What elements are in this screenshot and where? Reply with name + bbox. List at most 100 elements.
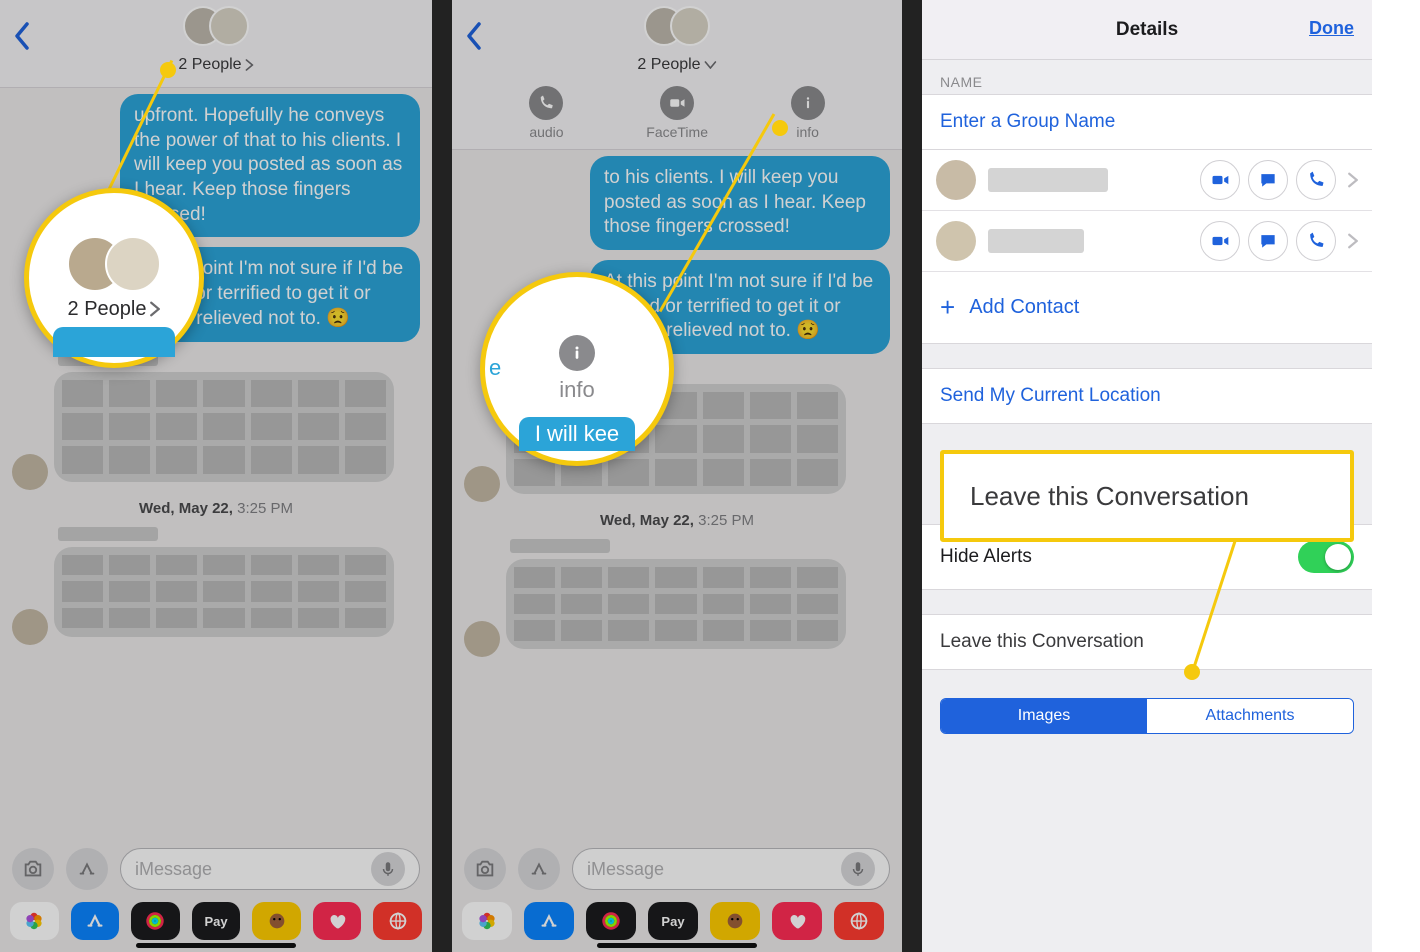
camera-button[interactable] [12, 848, 54, 890]
contact-row[interactable] [922, 150, 1372, 211]
digital-touch-app-icon[interactable] [772, 902, 822, 940]
screenshot-step-2: 2 People audio FaceTime info to his c [452, 0, 902, 952]
contact-name-redacted [988, 168, 1108, 192]
people-count-button[interactable]: 2 People [637, 56, 716, 74]
attachments-tab[interactable]: Attachments [1147, 699, 1353, 733]
group-name-field[interactable]: Enter a Group Name [922, 94, 1372, 150]
panel-divider [902, 0, 922, 952]
facetime-label: FaceTime [646, 124, 708, 140]
more-app-icon[interactable] [373, 902, 422, 940]
details-title: Details [1116, 19, 1178, 41]
message-input[interactable]: iMessage [572, 848, 890, 890]
sender-avatar [12, 454, 48, 490]
sender-avatar [464, 466, 500, 502]
video-icon [660, 86, 694, 120]
photos-app-icon[interactable] [10, 902, 59, 940]
contact-actions [1200, 221, 1358, 261]
camera-button[interactable] [464, 848, 506, 890]
phone-icon [529, 86, 563, 120]
images-tab[interactable]: Images [941, 699, 1147, 733]
app-store-button[interactable] [66, 848, 108, 890]
callout-dot [772, 120, 788, 136]
media-segmented-control[interactable]: Images Attachments [940, 698, 1354, 734]
timestamp: Wed, May 22, 3:25 PM [464, 512, 890, 529]
memoji-app-icon[interactable] [710, 902, 760, 940]
callout-leave-label: Leave this Conversation [970, 481, 1249, 512]
info-button[interactable]: info [791, 86, 825, 140]
facetime-button[interactable]: FaceTime [646, 86, 708, 140]
sender-avatar [12, 609, 48, 645]
callout-bubble-snippet: I will kee [519, 417, 635, 451]
group-avatars[interactable] [644, 6, 710, 46]
send-location-button[interactable]: Send My Current Location [922, 368, 1372, 424]
back-button[interactable] [14, 22, 30, 55]
redacted-name [510, 539, 610, 553]
app-drawer: Pay [0, 898, 432, 944]
mic-button[interactable] [371, 852, 405, 886]
plus-icon: + [940, 292, 955, 323]
more-app-icon[interactable] [834, 902, 884, 940]
avatar [670, 6, 710, 46]
phone-button[interactable] [1296, 221, 1336, 261]
video-call-button[interactable] [1200, 221, 1240, 261]
info-label: info [796, 124, 819, 140]
activity-app-icon[interactable] [586, 902, 636, 940]
activity-app-icon[interactable] [131, 902, 180, 940]
message-button[interactable] [1248, 221, 1288, 261]
photos-app-icon[interactable] [462, 902, 512, 940]
contact-actions [1200, 160, 1358, 200]
contact-row[interactable] [922, 211, 1372, 272]
contact-avatar [936, 160, 976, 200]
callout-circle: 2 People [24, 188, 204, 368]
message-input[interactable]: iMessage [120, 848, 420, 890]
message-list: upfront. Hopefully he conveys the power … [0, 88, 432, 645]
memoji-app-icon[interactable] [252, 902, 301, 940]
message-received-redacted [506, 559, 846, 649]
callout-dot [1184, 664, 1200, 680]
audio-button[interactable]: audio [529, 86, 563, 140]
digital-touch-app-icon[interactable] [313, 902, 362, 940]
group-avatars[interactable] [183, 6, 249, 46]
sender-avatar [464, 621, 500, 657]
add-contact-label: Add Contact [969, 296, 1079, 319]
mic-button[interactable] [841, 852, 875, 886]
hide-alerts-toggle[interactable] [1298, 541, 1354, 573]
home-indicator[interactable] [597, 943, 757, 948]
message-received-redacted [54, 547, 394, 637]
leave-conversation-button[interactable]: Leave this Conversation [922, 614, 1372, 670]
back-button[interactable] [466, 22, 482, 55]
callout-label: 2 People [68, 298, 147, 321]
conversation-header: 2 People [0, 0, 432, 88]
app-store-app-icon[interactable] [524, 902, 574, 940]
screenshot-step-3: Details Done NAME Enter a Group Name [922, 0, 1372, 952]
details-header: Details Done [922, 0, 1372, 60]
callout-info-label: info [559, 377, 594, 403]
message-placeholder: iMessage [135, 859, 371, 880]
apple-pay-app-icon[interactable]: Pay [648, 902, 698, 940]
app-store-button[interactable] [518, 848, 560, 890]
add-contact-button[interactable]: + Add Contact [922, 272, 1372, 344]
compose-bar: iMessage [452, 841, 902, 897]
redacted-name [58, 527, 158, 541]
contact-avatar [936, 221, 976, 261]
message-button[interactable] [1248, 160, 1288, 200]
app-store-app-icon[interactable] [71, 902, 120, 940]
chevron-right-icon [1348, 172, 1358, 188]
callout-rectangle: Leave this Conversation [940, 450, 1354, 542]
app-drawer: Pay [452, 898, 902, 944]
message-received-redacted [54, 372, 394, 482]
home-indicator[interactable] [136, 943, 296, 948]
timestamp: Wed, May 22, 3:25 PM [12, 500, 420, 517]
people-count-button[interactable]: 2 People [178, 56, 253, 74]
screenshot-step-1: 2 People upfront. Hopefully he conveys t… [0, 0, 432, 952]
audio-label: audio [529, 124, 563, 140]
conversation-header-expanded: 2 People audio FaceTime info [452, 0, 902, 150]
video-call-button[interactable] [1200, 160, 1240, 200]
callout-dot [160, 62, 176, 78]
contact-name-redacted [988, 229, 1084, 253]
apple-pay-app-icon[interactable]: Pay [192, 902, 241, 940]
phone-button[interactable] [1296, 160, 1336, 200]
info-icon [791, 86, 825, 120]
chevron-right-icon [1348, 233, 1358, 249]
done-button[interactable]: Done [1309, 18, 1354, 39]
